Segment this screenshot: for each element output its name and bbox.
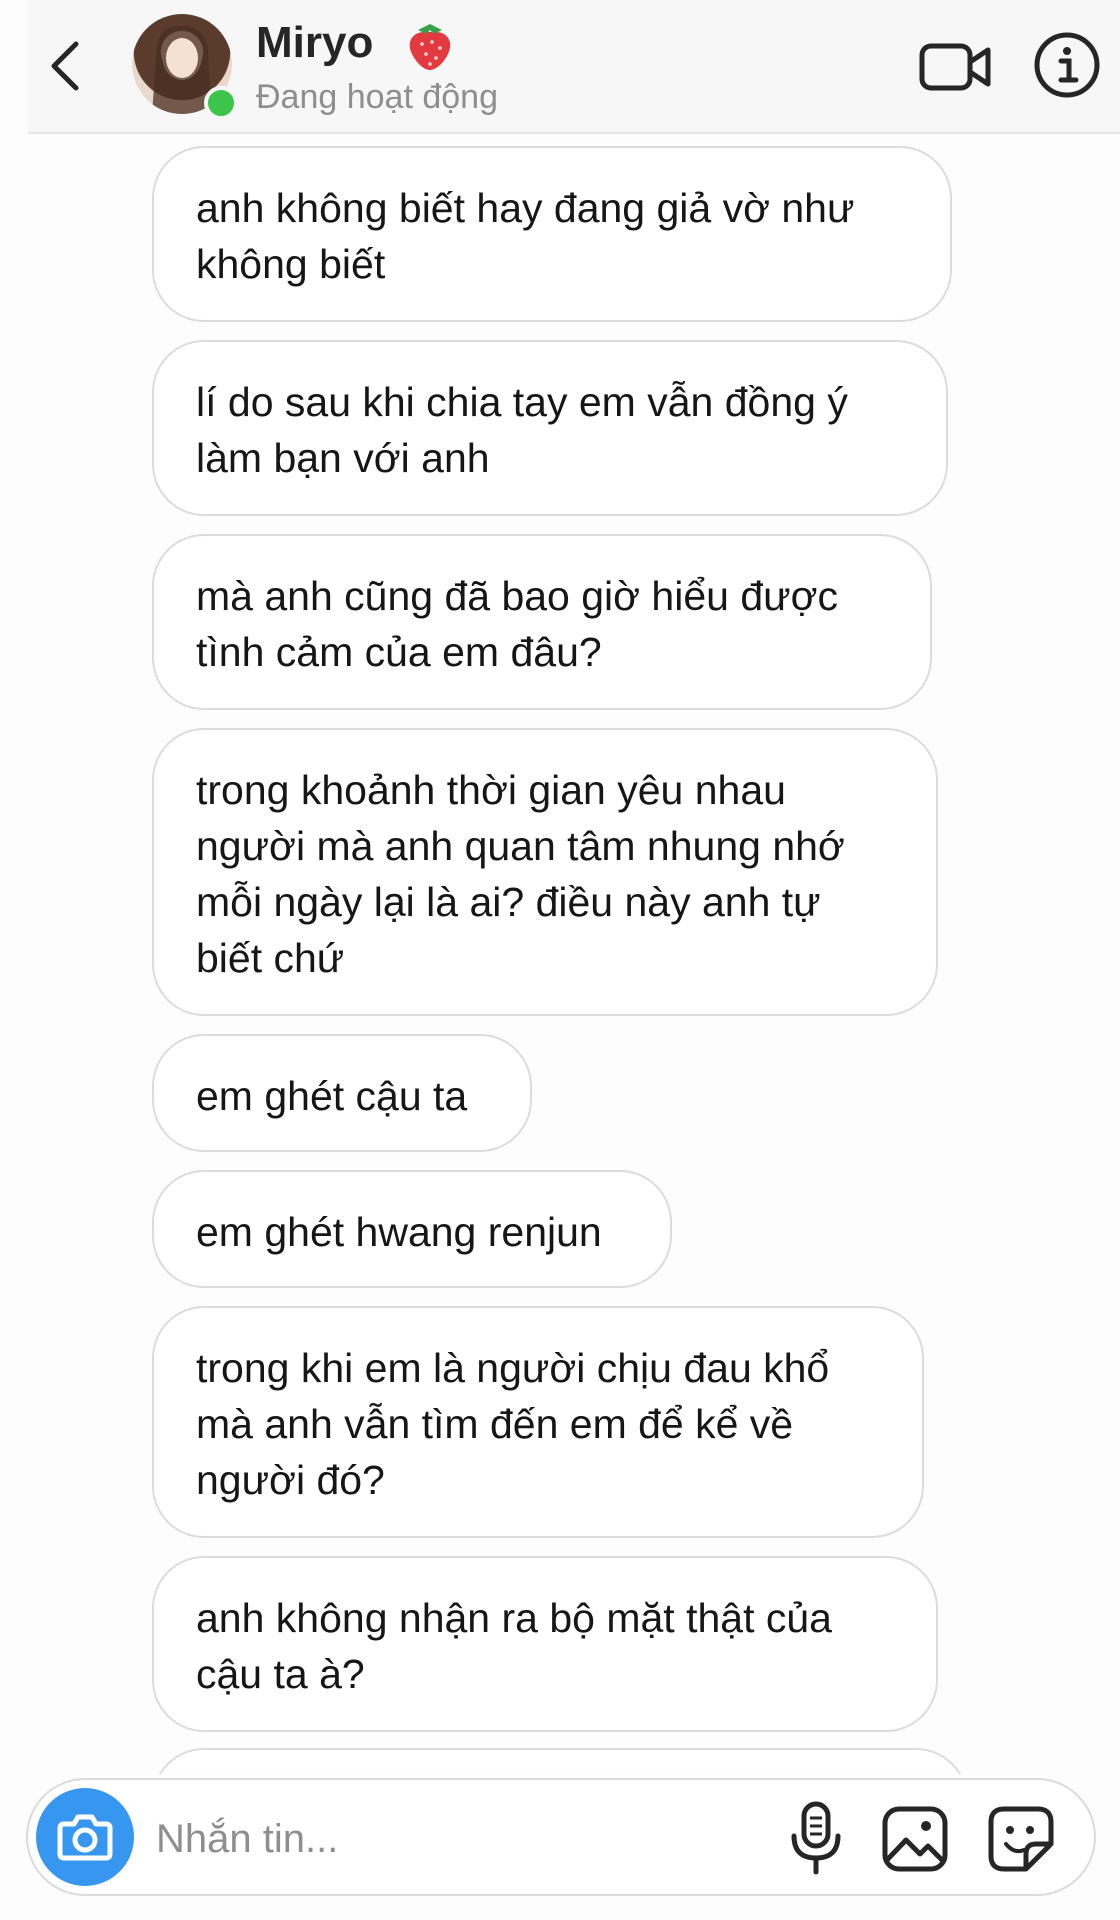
message-bubble[interactable]: em ghét hwang renjun: [152, 1170, 672, 1288]
message-input[interactable]: [154, 1806, 758, 1872]
message-bubble[interactable]: anh không biết hay đang giả vờ như không…: [152, 146, 952, 322]
message-text: trong khoảnh thời gian yêu nhau người mà…: [196, 767, 845, 981]
message-bubble[interactable]: anh không nhận ra bộ mặt thật của cậu ta…: [152, 1556, 938, 1732]
video-call-button[interactable]: [918, 34, 994, 100]
online-status-dot: [204, 86, 238, 120]
message-text: anh không nhận ra bộ mặt thật của cậu ta…: [196, 1595, 832, 1697]
camera-icon: [57, 1814, 113, 1861]
message-bubble-partial[interactable]: [152, 1748, 968, 1774]
message-list[interactable]: anh không biết hay đang giả vờ như không…: [0, 134, 1120, 1774]
gallery-icon: [882, 1806, 948, 1872]
voice-message-button[interactable]: [786, 1800, 846, 1876]
microphone-icon: [791, 1801, 841, 1875]
message-text: em ghét cậu ta: [196, 1073, 468, 1119]
message-bubble[interactable]: lí do sau khi chia tay em vẫn đồng ý làm…: [152, 340, 948, 516]
back-button[interactable]: [38, 30, 98, 100]
gallery-button[interactable]: [880, 1804, 950, 1874]
message-text: mà anh cũng đã bao giờ hiểu được tình cả…: [196, 573, 838, 675]
info-icon: [1034, 32, 1100, 98]
message-bubble[interactable]: trong khoảnh thời gian yêu nhau người mà…: [152, 728, 938, 1016]
message-composer: [26, 1778, 1096, 1896]
sticker-button[interactable]: [986, 1804, 1056, 1874]
sticker-icon: [988, 1806, 1054, 1872]
message-text: trong khi em là người chịu đau khổ mà an…: [196, 1345, 830, 1503]
message-text: lí do sau khi chia tay em vẫn đồng ý làm…: [196, 379, 848, 481]
message-text: em ghét hwang renjun: [196, 1209, 602, 1255]
contact-name[interactable]: Miryo: [256, 18, 373, 68]
video-call-icon: [919, 43, 991, 91]
message-bubble[interactable]: trong khi em là người chịu đau khổ mà an…: [152, 1306, 924, 1538]
message-text: anh không biết hay đang giả vờ như không…: [196, 185, 855, 287]
back-chevron-icon: [51, 41, 79, 91]
camera-button[interactable]: [36, 1788, 134, 1886]
activity-status: Đang hoạt động: [256, 78, 498, 116]
info-button[interactable]: [1032, 30, 1102, 100]
chat-header: Miryo Đang hoạt động: [28, 0, 1120, 134]
message-bubble[interactable]: mà anh cũng đã bao giờ hiểu được tình cả…: [152, 534, 932, 710]
strawberry-emoji-icon: [409, 24, 451, 70]
message-bubble[interactable]: em ghét cậu ta: [152, 1034, 532, 1152]
